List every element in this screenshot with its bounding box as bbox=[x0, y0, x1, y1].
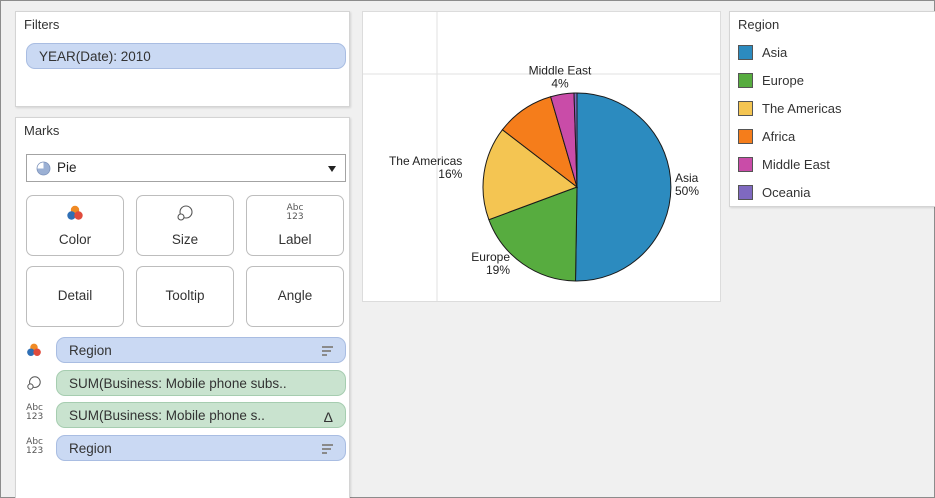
size-icon bbox=[26, 375, 42, 396]
color-icon bbox=[27, 204, 123, 222]
marks-title: Marks bbox=[24, 123, 60, 138]
tooltip-button-label: Tooltip bbox=[165, 288, 205, 303]
label-button-label: Label bbox=[278, 232, 312, 247]
shelf-pill-size-sum[interactable]: SUM(Business: Mobile phone subs.. bbox=[56, 370, 346, 396]
detail-button-label: Detail bbox=[57, 288, 93, 303]
shelf-pill-color-region[interactable]: Region bbox=[56, 337, 346, 363]
pie-chart: Asia 50% Europe 19% The Americas 16% Middle Ea… bbox=[363, 12, 720, 301]
label-icon-123: 123 bbox=[26, 446, 44, 456]
pie-icon bbox=[36, 161, 51, 181]
label-icon-123: 123 bbox=[26, 412, 44, 422]
sort-icon[interactable] bbox=[322, 346, 333, 358]
legend-swatch bbox=[738, 73, 753, 88]
marks-card: Marks Pie Color Size Abc 123 Label Detai… bbox=[15, 117, 350, 498]
detail-button[interactable]: Detail bbox=[26, 266, 124, 327]
shelf-pill-label: SUM(Business: Mobile phone subs.. bbox=[69, 376, 287, 391]
legend-swatch bbox=[738, 101, 753, 116]
legend-label: Middle East bbox=[762, 157, 830, 172]
color-button-label: Color bbox=[58, 232, 92, 247]
size-button-label: Size bbox=[171, 232, 199, 247]
legend-label: Oceania bbox=[762, 185, 811, 200]
legend-swatch bbox=[738, 129, 753, 144]
color-button[interactable]: Color bbox=[26, 195, 124, 256]
data-label-middle-east: Middle East 4% bbox=[529, 63, 592, 90]
legend-label: The Americas bbox=[762, 101, 842, 116]
chevron-down-icon[interactable] bbox=[328, 166, 336, 172]
legend-card: Region Asia Europe The Americas Africa Middl… bbox=[729, 11, 935, 207]
filter-pill-year[interactable]: YEAR(Date): 2010 bbox=[26, 43, 346, 69]
shelf-pill-label-sum[interactable]: SUM(Business: Mobile phone s.. Δ bbox=[56, 402, 346, 428]
label-button[interactable]: Abc 123 Label bbox=[246, 195, 344, 256]
data-label-europe: Europe 19% bbox=[471, 250, 510, 277]
mark-type-dropdown[interactable]: Pie bbox=[26, 154, 346, 182]
color-icon bbox=[26, 342, 42, 363]
sort-icon[interactable] bbox=[322, 444, 333, 456]
legend-swatch bbox=[738, 45, 753, 60]
filters-card: Filters YEAR(Date): 2010 bbox=[15, 11, 350, 107]
size-icon bbox=[137, 204, 233, 222]
legend-swatch bbox=[738, 157, 753, 172]
legend-label: Asia bbox=[762, 45, 788, 60]
angle-button[interactable]: Angle bbox=[246, 266, 344, 327]
label-icon-123: 123 bbox=[286, 212, 304, 222]
tooltip-button[interactable]: Tooltip bbox=[136, 266, 234, 327]
delta-icon[interactable]: Δ bbox=[324, 405, 333, 427]
shelf-pill-label: SUM(Business: Mobile phone s.. bbox=[69, 408, 265, 423]
data-label-the-americas: The Americas 16% bbox=[389, 154, 463, 181]
data-label-asia: Asia 50% bbox=[675, 171, 699, 198]
shelf-pill-label: Region bbox=[69, 441, 112, 456]
legend-label: Europe bbox=[762, 73, 804, 88]
pie-slice-asia[interactable] bbox=[575, 92, 672, 282]
shelf-pill-label: Region bbox=[69, 343, 112, 358]
chart-view: Asia 50% Europe 19% The Americas 16% Middle Ea… bbox=[362, 11, 721, 302]
legend-swatch bbox=[738, 185, 753, 200]
legend-label: Africa bbox=[762, 129, 796, 144]
label-icon: Abc 123 bbox=[247, 204, 343, 222]
size-button[interactable]: Size bbox=[136, 195, 234, 256]
angle-button-label: Angle bbox=[277, 288, 313, 303]
legend-title: Region bbox=[738, 17, 780, 32]
mark-type-label: Pie bbox=[57, 160, 77, 175]
filters-title: Filters bbox=[24, 17, 60, 32]
label-icon: Abc 123 bbox=[26, 438, 43, 456]
label-icon: Abc 123 bbox=[26, 404, 43, 422]
shelf-pill-label-region[interactable]: Region bbox=[56, 435, 346, 461]
